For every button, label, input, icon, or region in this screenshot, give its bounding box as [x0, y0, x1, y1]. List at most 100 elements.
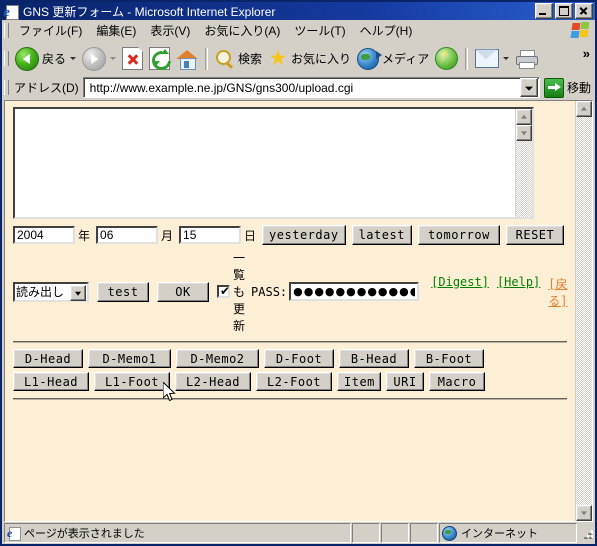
- title-bar: e GNS 更新フォーム - Microsoft Internet Explor…: [2, 2, 595, 20]
- update-list-label: 一覧も更新: [233, 251, 246, 333]
- d-head-button[interactable]: D-Head: [13, 349, 83, 368]
- toolbar-separator: [205, 47, 209, 70]
- internet-zone-icon: [442, 525, 457, 541]
- ie-status-icon: e: [7, 526, 21, 541]
- address-input[interactable]: http://www.example.ne.jp/GNS/gns300/uplo…: [82, 77, 540, 98]
- page-scrollbar[interactable]: [575, 101, 592, 521]
- menu-favorites[interactable]: お気に入り(A): [197, 20, 287, 41]
- ie-page-icon: e: [4, 4, 20, 20]
- l1-head-button[interactable]: L1-Head: [13, 372, 89, 391]
- minimize-button[interactable]: [535, 3, 553, 19]
- mail-icon: [475, 49, 500, 68]
- mode-select-wrap[interactable]: 読み出し: [13, 281, 89, 302]
- menu-edit[interactable]: 編集(E): [89, 20, 143, 41]
- browser-window: e GNS 更新フォーム - Microsoft Internet Explor…: [0, 0, 597, 546]
- home-icon: [176, 49, 199, 70]
- uri-button[interactable]: URI: [386, 372, 424, 391]
- item-button[interactable]: Item: [337, 372, 381, 391]
- back-link[interactable]: [戻る]: [548, 275, 567, 309]
- status-cell-3: [410, 523, 438, 543]
- menu-file[interactable]: ファイル(F): [12, 20, 89, 41]
- help-link[interactable]: [Help]: [497, 275, 540, 309]
- go-button[interactable]: 移動: [540, 77, 595, 98]
- window-title: GNS 更新フォーム - Microsoft Internet Explorer: [23, 4, 276, 19]
- year-unit-label: 年: [78, 228, 91, 243]
- mail-dropdown-icon[interactable]: [503, 57, 510, 60]
- menu-tools[interactable]: ツール(T): [287, 20, 352, 41]
- update-list-checkbox[interactable]: ✔: [217, 285, 230, 298]
- forward-dropdown-icon[interactable]: [110, 57, 117, 60]
- history-button[interactable]: [432, 43, 461, 75]
- maximize-button[interactable]: [555, 3, 573, 19]
- stop-button[interactable]: [119, 43, 146, 75]
- day-input[interactable]: [179, 226, 242, 244]
- reset-button[interactable]: RESET: [505, 225, 564, 245]
- go-arrow-icon: [543, 77, 564, 98]
- page-scroll-down-icon[interactable]: [576, 505, 592, 521]
- window-controls: [535, 3, 594, 19]
- textarea-scroll-down-icon[interactable]: [516, 125, 532, 141]
- tomorrow-button[interactable]: tomorrow: [417, 225, 500, 245]
- media-icon: [357, 47, 383, 70]
- security-zone-cell[interactable]: インターネット: [439, 523, 577, 543]
- year-input[interactable]: [13, 226, 75, 244]
- print-button[interactable]: [512, 43, 540, 75]
- address-dropdown-icon[interactable]: [519, 78, 538, 97]
- refresh-button[interactable]: [146, 43, 175, 75]
- d-memo2-button[interactable]: D-Memo2: [176, 349, 259, 368]
- close-button[interactable]: [575, 3, 593, 19]
- test-button[interactable]: test: [97, 281, 149, 302]
- home-button[interactable]: [173, 43, 201, 75]
- l2-foot-button[interactable]: L2-Foot: [256, 372, 332, 391]
- status-cell-1: [352, 523, 380, 543]
- macro-button[interactable]: Macro: [429, 372, 485, 391]
- media-button[interactable]: メディア: [354, 43, 432, 75]
- divider-top: [13, 341, 567, 343]
- yesterday-button[interactable]: yesterday: [262, 225, 346, 245]
- l2-head-button[interactable]: L2-Head: [175, 372, 251, 391]
- mode-select[interactable]: 読み出し: [13, 281, 89, 302]
- digest-link[interactable]: [Digest]: [431, 275, 489, 309]
- page-scroll-up-icon[interactable]: [576, 101, 592, 117]
- month-input[interactable]: [96, 226, 159, 244]
- search-label: 検索: [238, 52, 263, 66]
- pass-input[interactable]: [289, 282, 420, 301]
- page-scroll-track[interactable]: [576, 117, 592, 505]
- date-row: 年 月 日 yesterday latest tomorrow RESET: [13, 225, 567, 245]
- forward-arrow-icon: [82, 46, 107, 71]
- toolbar-overflow-icon[interactable]: »: [583, 46, 590, 61]
- toolbar-grip[interactable]: [4, 51, 9, 66]
- b-foot-button[interactable]: B-Foot: [414, 349, 484, 368]
- latest-button[interactable]: latest: [351, 225, 412, 245]
- menu-help[interactable]: ヘルプ(H): [353, 20, 420, 41]
- back-button[interactable]: 戻る: [12, 43, 79, 75]
- address-grip[interactable]: [4, 80, 9, 95]
- toolbar: 戻る 検索 ★ お気に入り メディア »: [2, 42, 595, 76]
- go-label: 移動: [566, 81, 591, 95]
- ok-button[interactable]: OK: [157, 281, 209, 302]
- search-button[interactable]: 検索: [212, 43, 265, 75]
- star-icon: ★: [268, 47, 288, 70]
- textarea-scrollbar[interactable]: [515, 109, 532, 217]
- menu-grip[interactable]: [4, 23, 9, 38]
- search-icon: [215, 49, 235, 69]
- textarea-scroll-up-icon[interactable]: [516, 109, 532, 125]
- resize-grip[interactable]: [578, 523, 594, 543]
- status-message-cell: e ページが表示されました: [4, 523, 351, 543]
- forward-button[interactable]: [79, 43, 119, 75]
- menu-bar: ファイル(F) 編集(E) 表示(V) お気に入り(A) ツール(T) ヘルプ(…: [2, 20, 595, 42]
- content-textarea[interactable]: [13, 107, 534, 219]
- mail-button[interactable]: [472, 43, 512, 75]
- stop-icon: [122, 47, 144, 70]
- menu-view[interactable]: 表示(V): [143, 20, 197, 41]
- history-icon: [435, 47, 459, 70]
- day-unit-label: 日: [244, 228, 257, 243]
- b-head-button[interactable]: B-Head: [339, 349, 409, 368]
- back-dropdown-icon[interactable]: [70, 57, 77, 60]
- textarea-text[interactable]: [15, 109, 515, 217]
- l1-foot-button[interactable]: L1-Foot: [94, 372, 170, 391]
- d-memo1-button[interactable]: D-Memo1: [88, 349, 171, 368]
- d-foot-button[interactable]: D-Foot: [264, 349, 334, 368]
- back-label: 戻る: [42, 52, 67, 66]
- favorites-button[interactable]: ★ お気に入り: [265, 43, 354, 75]
